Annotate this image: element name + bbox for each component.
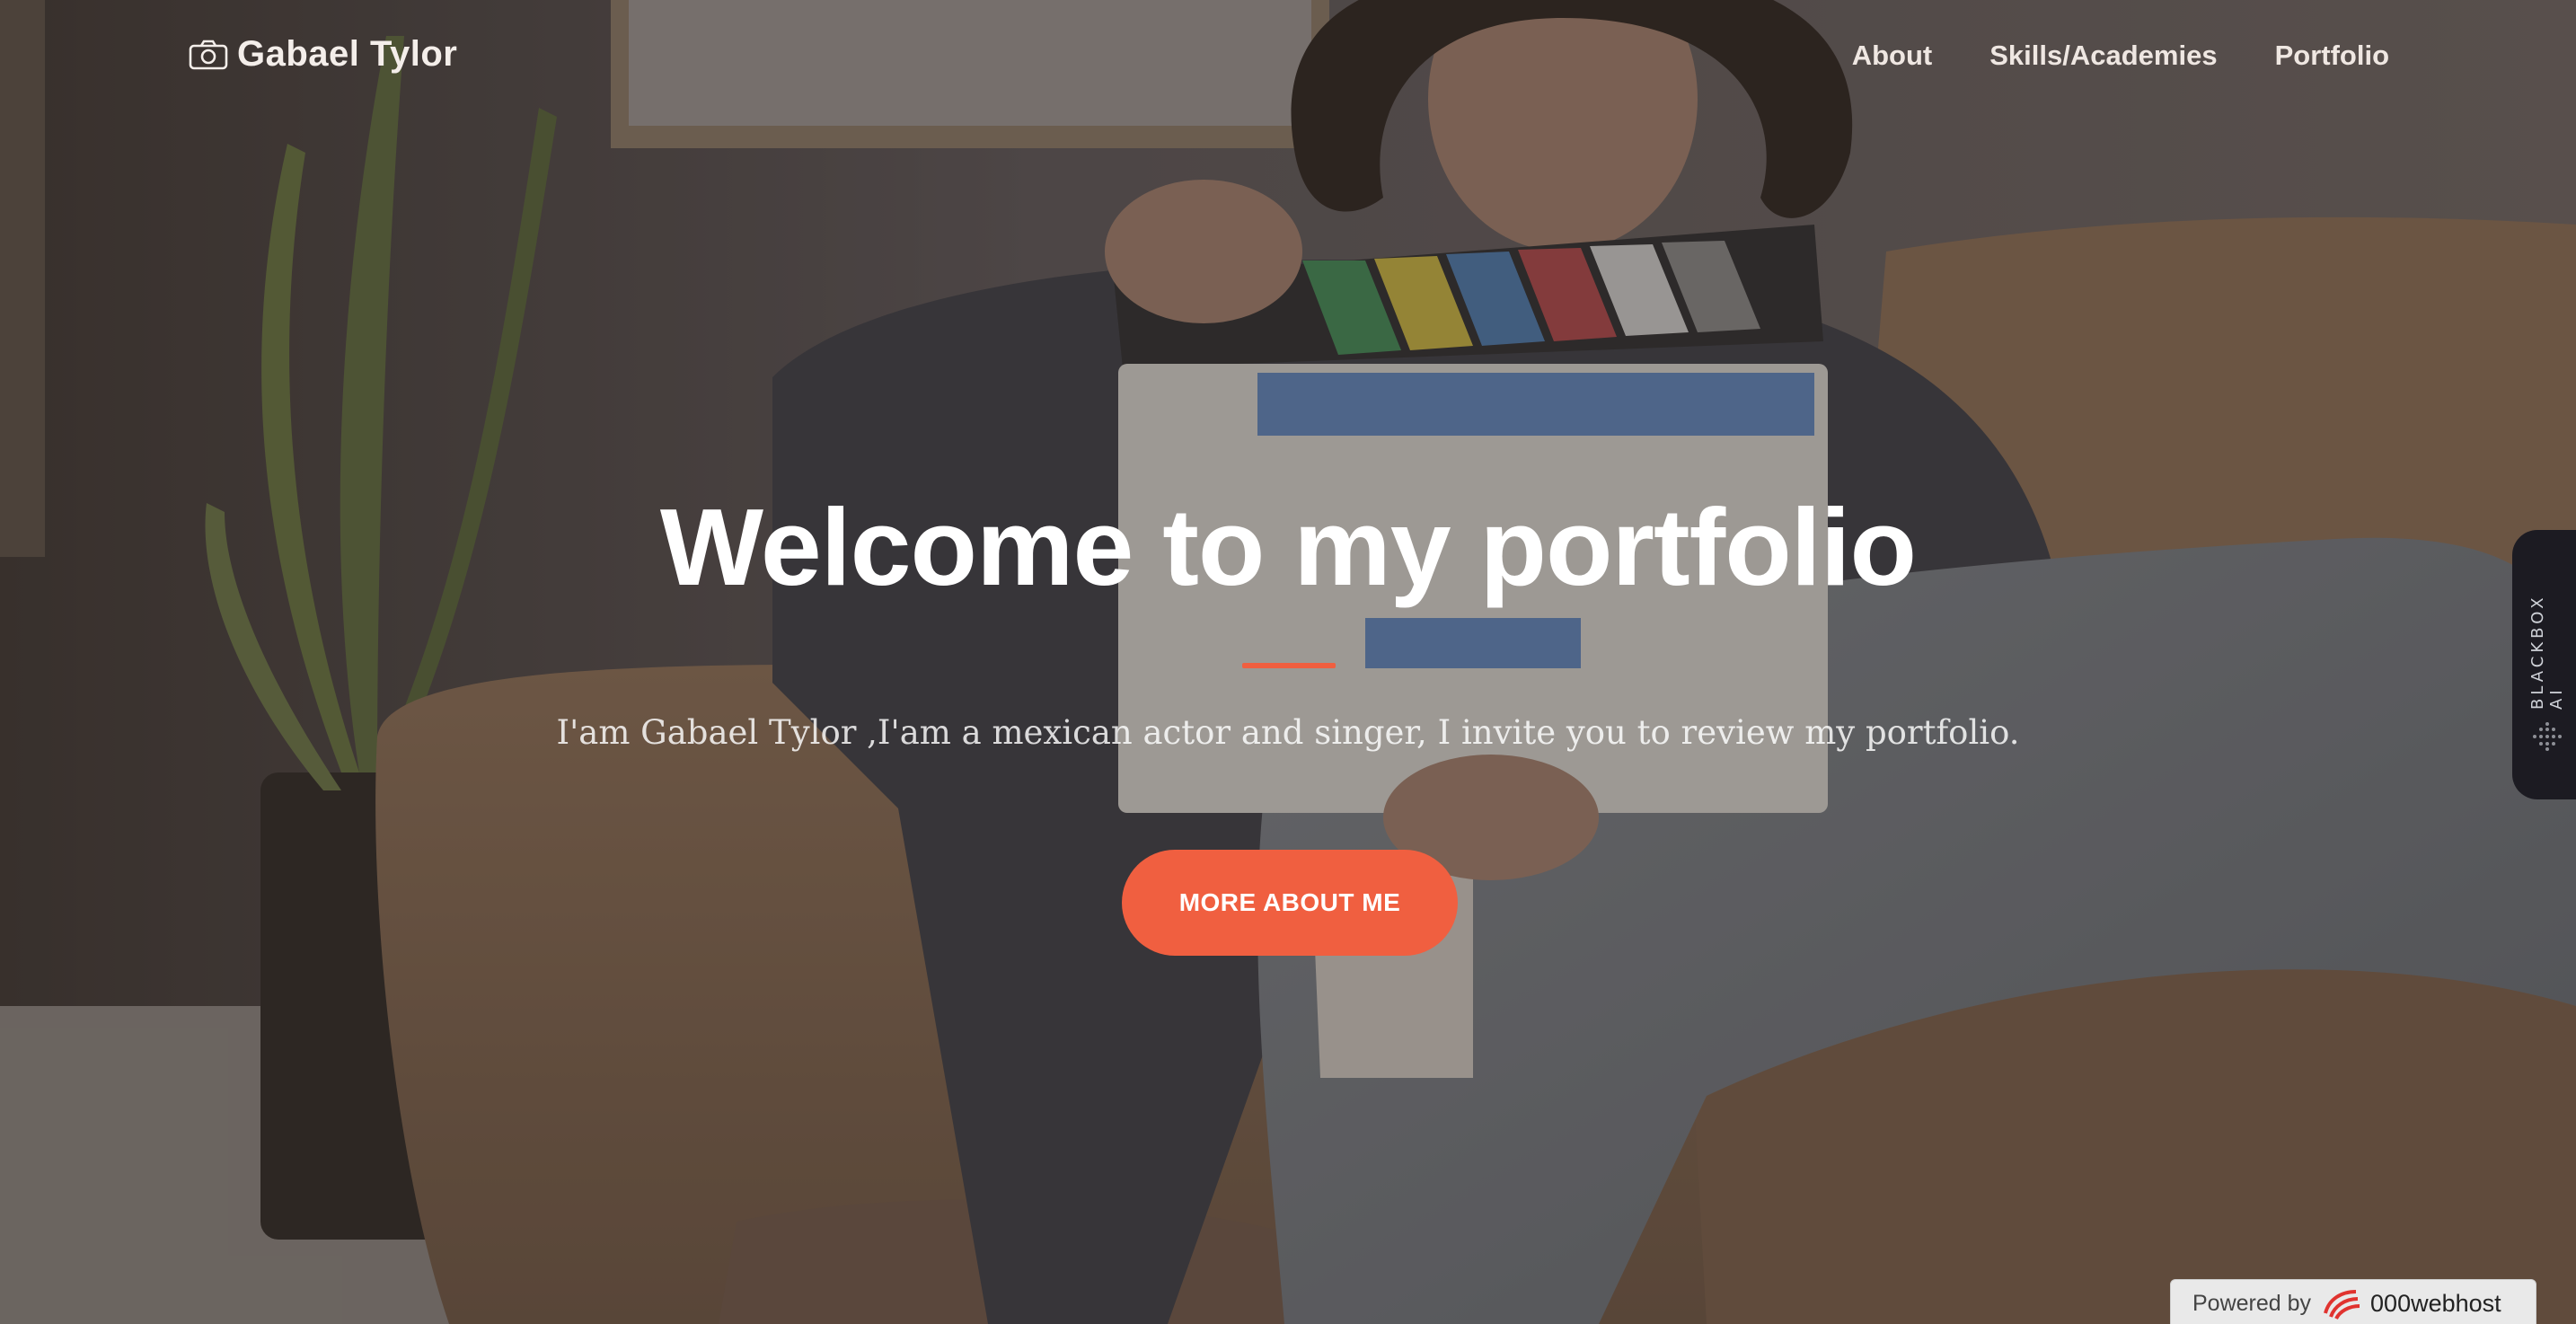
camera-icon [189,40,228,69]
nav-link-skills[interactable]: Skills/Academies [1989,40,2217,72]
brand-link[interactable]: Gabael Tylor [189,34,457,75]
title-divider [1242,663,1336,668]
hero-title: Welcome to my portfolio [659,486,1917,608]
host-name: 000webhost [2370,1289,2501,1317]
brand-name: Gabael Tylor [237,34,458,74]
nav-link-portfolio[interactable]: Portfolio [2275,40,2389,72]
dots-grid-icon [2533,722,2562,751]
hero-section: Gabael Tylor About Skills/Academies Port… [0,0,2576,1324]
nav-links: About Skills/Academies Portfolio [1852,40,2389,72]
blackbox-ai-widget[interactable]: BLACKBOX AI [2512,530,2576,799]
more-about-me-button[interactable]: MORE ABOUT ME [1122,850,1458,956]
navbar: Gabael Tylor About Skills/Academies Port… [0,0,2576,119]
dark-overlay [0,0,2576,1324]
nav-link-about[interactable]: About [1852,40,1933,72]
webhost-logo-icon [2324,1290,2360,1320]
blackbox-ai-label: BLACKBOX AI [2528,594,2566,710]
hero-subtitle: I'am Gabael Tylor ,I'am a mexican actor … [556,713,2020,752]
powered-by-label: Powered by [2192,1290,2312,1316]
powered-by-badge[interactable]: Powered by 000webhost [2170,1279,2536,1324]
